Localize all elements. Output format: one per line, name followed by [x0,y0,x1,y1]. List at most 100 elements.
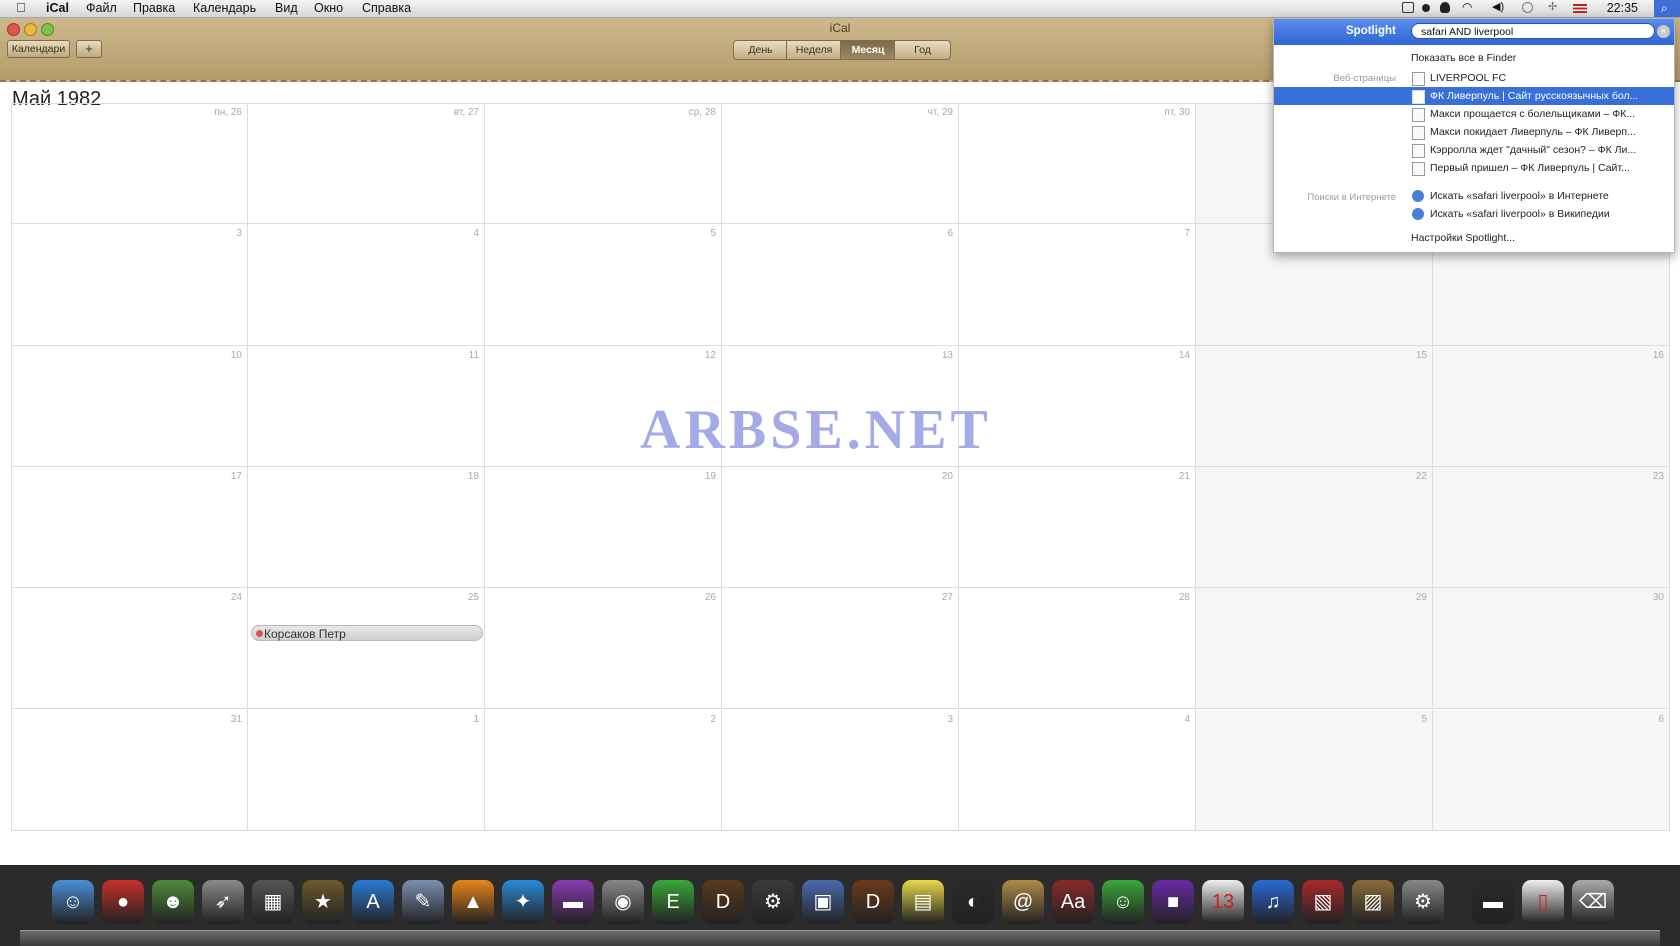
day-cell[interactable]: 21 [959,466,1196,589]
day-cell[interactable]: 3 [722,709,959,831]
vlc-icon[interactable]: ▲ [452,880,494,924]
day-cell[interactable]: 14 [959,345,1196,467]
trash-icon[interactable]: ⌫ [1572,880,1614,924]
imovie-star-icon[interactable]: ★ [302,880,344,924]
mission-control-icon[interactable]: ▦ [252,880,294,924]
stickies-icon[interactable]: ▤ [902,880,944,924]
spotlight-result[interactable]: Кэрролла ждет "дачный" сезон? – ФК Ли... [1274,141,1674,159]
day-cell[interactable]: 7 [959,224,1196,346]
spotlight-search-input[interactable]: safari AND liverpool [1411,23,1655,39]
menu-help[interactable]: Справка [362,1,411,15]
show-all-in-finder[interactable]: Показать все в Finder [1411,52,1516,64]
spotlight-menu-icon[interactable]: ⌕ [1654,0,1680,17]
screen-record-icon[interactable] [1402,2,1414,13]
day-cell[interactable]: 4 [248,224,485,346]
day-cell[interactable]: 31 [11,709,248,831]
calendars-button[interactable]: Календари [7,40,70,58]
image-capture-icon[interactable]: ▨ [1352,880,1394,924]
clear-search-icon[interactable]: × [1657,25,1670,38]
day-cell[interactable]: 30 [1433,588,1670,710]
diablo-icon[interactable]: D [702,880,744,924]
front-row-icon[interactable]: ▬ [552,880,594,924]
day-cell[interactable]: пт, 30 [959,103,1196,225]
evernote-icon[interactable]: E [652,880,694,924]
doom-icon[interactable]: D [852,880,894,924]
day-cell[interactable]: 26 [485,588,722,710]
day-cell[interactable]: 25 [248,588,485,710]
day-cell[interactable]: 5 [1196,709,1433,831]
spotlight-result[interactable]: Первый пришел – ФК Ливерпуль | Сайт... [1274,159,1674,177]
day-cell[interactable]: 10 [11,345,248,467]
document-icon[interactable]: ▯ [1522,880,1564,924]
facetime-icon[interactable]: ◐ [952,880,994,924]
menu-calendar[interactable]: Календарь [193,1,256,15]
spotlight-result-selected[interactable]: ФК Ливерпуль | Сайт русскоязычных бол... [1274,87,1674,105]
tab-year[interactable]: Год [894,40,951,60]
purple-app-icon[interactable]: ■ [1152,880,1194,924]
finder-icon[interactable]: ☺ [52,880,94,924]
contacts-icon[interactable]: @ [1002,880,1044,924]
day-cell[interactable]: 4 [959,709,1196,831]
day-cell[interactable]: 22 [1196,466,1433,589]
launchpad-icon[interactable]: ➶ [202,880,244,924]
day-cell[interactable]: 3 [11,224,248,346]
menu-view[interactable]: Вид [275,1,298,15]
day-cell[interactable]: пн, 26 [11,103,248,225]
dvd-player-icon[interactable]: ◉ [602,880,644,924]
internet-search-result[interactable]: Искать «safari liverpool» в Интернете [1274,187,1674,205]
photo-app-icon[interactable]: ▧ [1302,880,1344,924]
day-cell[interactable]: ср, 28 [485,103,722,225]
day-cell[interactable]: 29 [1196,588,1433,710]
wifi-icon[interactable]: ◠ [1462,0,1474,14]
spotlight-result[interactable]: Макси прощается с болельщиками – ФК... [1274,105,1674,123]
day-cell[interactable]: чт, 29 [722,103,959,225]
day-cell[interactable]: вт, 27 [248,103,485,225]
dropbox-icon[interactable] [1422,4,1430,12]
ical-icon[interactable]: 13 [1202,880,1244,924]
menu-edit[interactable]: Правка [133,1,175,15]
dictionary-icon[interactable]: Aa [1052,880,1094,924]
day-cell[interactable]: 5 [485,224,722,346]
bluetooth-icon[interactable]: ✢ [1548,0,1560,13]
photo-booth-icon[interactable]: ▣ [802,880,844,924]
day-cell[interactable]: 23 [1433,466,1670,589]
adium-icon[interactable]: ☺ [1102,880,1144,924]
volume-icon[interactable]: ◀) [1492,0,1504,13]
day-cell[interactable]: 28 [959,588,1196,710]
spotlight-result[interactable]: LIVERPOOL FC [1274,69,1674,87]
app-menu[interactable]: iCal [46,1,69,15]
itunes-icon[interactable]: ♫ [1252,880,1294,924]
applications-folder-icon[interactable]: ▬ [1472,880,1514,924]
goblin-game-icon[interactable]: ☻ [152,880,194,924]
day-cell[interactable]: 15 [1196,345,1433,467]
day-cell[interactable]: 1 [248,709,485,831]
system-preferences-icon[interactable]: ⚙ [1402,880,1444,924]
clock[interactable]: 22:35 [1607,1,1638,15]
angry-birds-icon[interactable]: ● [102,880,144,924]
internet-search-result[interactable]: Искать «safari liverpool» в Википедии [1274,205,1674,223]
day-cell[interactable]: 6 [1433,709,1670,831]
day-cell[interactable]: 24 [11,588,248,710]
calendar-event[interactable]: Корсаков Петр [251,625,483,641]
app-store-icon[interactable]: A [352,880,394,924]
spotlight-result[interactable]: Макси покидает Ливерпуль – ФК Ливерп... [1274,123,1674,141]
day-cell[interactable]: 11 [248,345,485,467]
menu-window[interactable]: Окно [314,1,343,15]
qq-icon[interactable] [1440,2,1450,13]
day-cell[interactable]: 20 [722,466,959,589]
apple-menu-icon[interactable]:  [16,0,26,15]
day-cell[interactable]: 16 [1433,345,1670,467]
safari-icon[interactable]: ✦ [502,880,544,924]
preview-icon[interactable]: ✎ [402,880,444,924]
day-cell[interactable]: 18 [248,466,485,589]
tab-week[interactable]: Неделя [786,40,842,60]
menu-file[interactable]: Файл [86,1,117,15]
steam-icon[interactable]: ⚙ [752,880,794,924]
spotlight-settings[interactable]: Настройки Spotlight... [1411,232,1515,244]
add-calendar-button[interactable]: + [76,40,102,58]
tab-month[interactable]: Месяц [840,40,896,60]
day-cell[interactable]: 17 [11,466,248,589]
time-machine-icon[interactable] [1522,2,1533,13]
day-cell[interactable]: 6 [722,224,959,346]
tab-day[interactable]: День [733,40,788,60]
